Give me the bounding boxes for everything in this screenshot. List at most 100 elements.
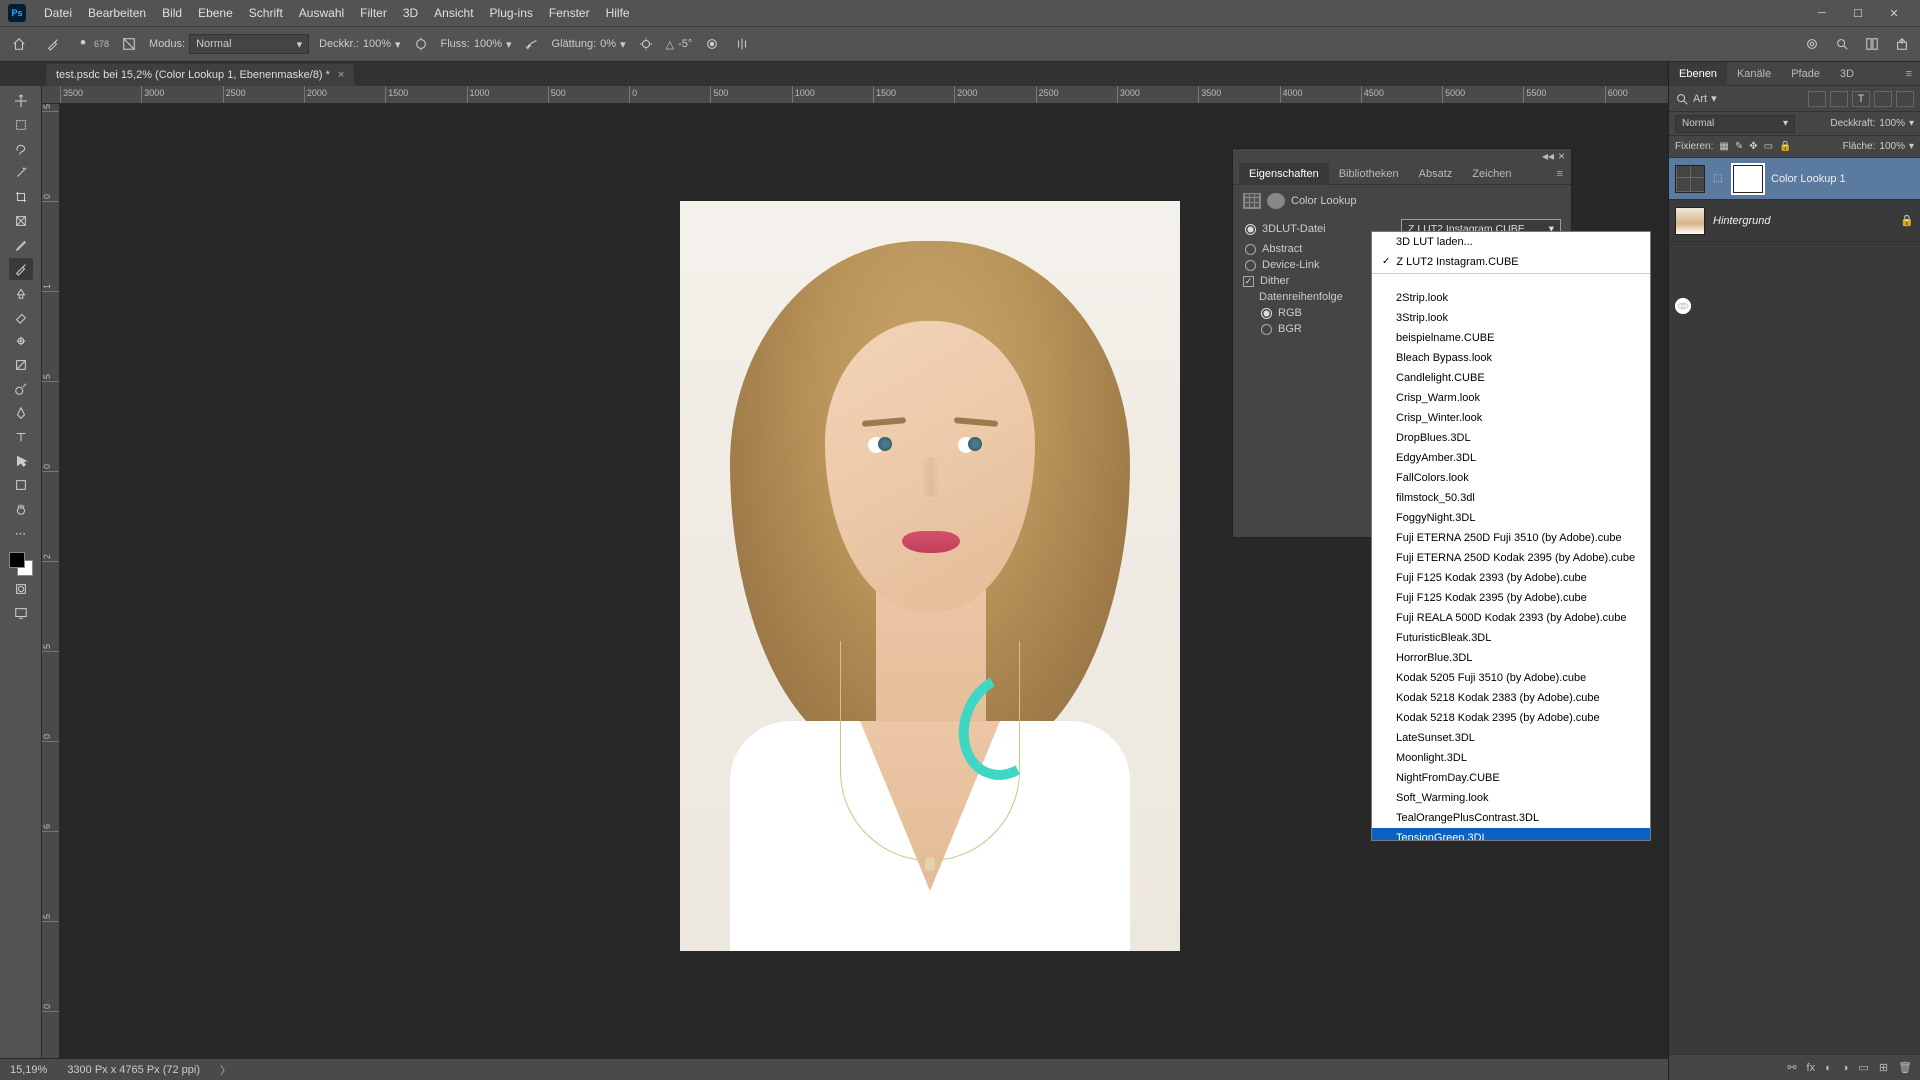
lut-option[interactable]: Kodak 5218 Kodak 2395 (by Adobe).cube [1372,708,1650,728]
menu-bearbeiten[interactable]: Bearbeiten [80,6,154,20]
lut-option[interactable]: HorrorBlue.3DL [1372,648,1650,668]
group-icon[interactable]: ▭ [1858,1061,1868,1074]
lock-artboard-icon[interactable]: ▭ [1764,141,1773,152]
menu-hilfe[interactable]: Hilfe [598,6,638,20]
lut-option[interactable]: FuturisticBleak.3DL [1372,628,1650,648]
minimize-button[interactable]: ─ [1804,2,1840,24]
healing-tool[interactable] [9,330,33,352]
menu-ebene[interactable]: Ebene [190,6,241,20]
lock-paint-icon[interactable]: ✎ [1735,141,1743,152]
frame-tool[interactable] [9,210,33,232]
radio-rgb[interactable] [1261,308,1272,319]
lut-option[interactable]: TensionGreen.3DL [1372,828,1650,841]
lut-option[interactable]: Moonlight.3DL [1372,748,1650,768]
menu-bild[interactable]: Bild [154,6,190,20]
mask-icon[interactable] [1267,193,1285,209]
lut-option[interactable]: 2Strip.look [1372,288,1650,308]
lut-option[interactable]: Soft_Warming.look [1372,788,1650,808]
adjustment-add-icon[interactable]: ◑ [1842,1062,1849,1074]
tab-absatz[interactable]: Absatz [1409,163,1463,185]
lut-option[interactable]: Fuji F125 Kodak 2395 (by Adobe).cube [1372,588,1650,608]
tab-ebenen[interactable]: Ebenen [1669,62,1727,86]
quickmask-icon[interactable] [9,578,33,600]
path-select-tool[interactable] [9,450,33,472]
blend-mode-select[interactable]: Normal▾ [189,34,309,54]
radio-devicelink[interactable] [1245,260,1256,271]
lock-pixels-icon[interactable]: ▦ [1719,141,1728,152]
flow-value[interactable]: 100% [474,38,502,50]
filter-smart-icon[interactable] [1896,91,1914,107]
lut-option[interactable]: Crisp_Warm.look [1372,388,1650,408]
hand-tool[interactable] [9,498,33,520]
eyedropper-tool[interactable] [9,234,33,256]
lut-option[interactable]: Fuji ETERNA 250D Kodak 2395 (by Adobe).c… [1372,548,1650,568]
layer-opacity-value[interactable]: 100% [1879,118,1905,129]
lut-option[interactable]: Crisp_Winter.look [1372,408,1650,428]
layer-name[interactable]: Hintergrund [1713,215,1770,227]
pressure-opacity-icon[interactable] [411,34,431,54]
layers-panel-menu-icon[interactable]: ≡ [1898,68,1920,80]
lock-icon[interactable]: 🔒 [1900,214,1914,227]
lut-option[interactable]: DropBlues.3DL [1372,428,1650,448]
lut-option[interactable]: Bleach Bypass.look [1372,348,1650,368]
type-tool[interactable] [9,426,33,448]
opacity-value[interactable]: 100% [363,38,391,50]
radio-bgr[interactable] [1261,324,1272,335]
lut-option[interactable]: beispielname.CUBE [1372,328,1650,348]
filter-pixel-icon[interactable] [1808,91,1826,107]
fx-icon[interactable]: fx [1807,1062,1816,1074]
eraser-tool[interactable] [9,306,33,328]
layer-row[interactable]: Hintergrund 🔒 [1669,200,1920,242]
menu-schrift[interactable]: Schrift [241,6,291,20]
brush-mask-icon[interactable] [119,34,139,54]
search-icon[interactable] [1832,34,1852,54]
dodge-tool[interactable] [9,378,33,400]
layer-filter-select[interactable]: Art▾ [1675,92,1717,106]
tab-eigenschaften[interactable]: Eigenschaften [1239,163,1329,185]
tab-3d[interactable]: 3D [1830,62,1864,86]
lut-option[interactable]: NightFromDay.CUBE [1372,768,1650,788]
angle-value[interactable]: -5° [678,38,692,50]
link-icon[interactable]: ⬚ [1713,173,1725,185]
color-swatches[interactable] [9,552,33,576]
lut-option[interactable]: FoggyNight.3DL [1372,508,1650,528]
mask-add-icon[interactable]: ◐ [1825,1062,1832,1074]
airbrush-icon[interactable] [522,34,542,54]
tab-bibliotheken[interactable]: Bibliotheken [1329,163,1409,185]
filter-shape-icon[interactable] [1874,91,1892,107]
lut-option[interactable]: Fuji ETERNA 250D Fuji 3510 (by Adobe).cu… [1372,528,1650,548]
marquee-tool[interactable] [9,114,33,136]
tab-kanaele[interactable]: Kanäle [1727,62,1781,86]
filter-type-icon[interactable]: T [1852,91,1870,107]
layer-blend-select[interactable]: Normal▾ [1675,115,1795,133]
document-tab[interactable]: test.psdc bei 15,2% (Color Lookup 1, Ebe… [46,64,354,86]
close-tab-icon[interactable]: × [338,69,344,81]
menu-datei[interactable]: Datei [36,6,80,20]
menu-plug-ins[interactable]: Plug-ins [482,6,541,20]
collapse-panel-icon[interactable]: ◂◂ [1542,149,1554,163]
cloud-docs-icon[interactable] [1802,34,1822,54]
link-layers-icon[interactable]: ⚯ [1787,1061,1796,1074]
visibility-icon[interactable] [1675,298,1691,314]
menu-auswahl[interactable]: Auswahl [291,6,352,20]
lock-position-icon[interactable]: ✥ [1749,141,1757,152]
lut-option[interactable]: 3Strip.look [1372,308,1650,328]
brush-size-indicator[interactable]: 678 [76,37,109,51]
lut-option[interactable]: Kodak 5205 Fuji 3510 (by Adobe).cube [1372,668,1650,688]
crop-tool[interactable] [9,186,33,208]
smoothing-options-icon[interactable] [636,34,656,54]
mask-thumb[interactable] [1733,165,1763,193]
screenmode-icon[interactable] [9,602,33,624]
lut-option[interactable]: TealOrangePlusContrast.3DL [1372,808,1650,828]
pressure-size-icon[interactable] [702,34,722,54]
lut-option[interactable]: Kodak 5218 Kodak 2383 (by Adobe).cube [1372,688,1650,708]
lut-option[interactable]: Z LUT2 Instagram.CUBE [1372,252,1650,274]
menu-filter[interactable]: Filter [352,6,395,20]
fill-value[interactable]: 100% [1879,141,1905,152]
tool-preset-icon[interactable] [40,31,66,57]
more-tools-icon[interactable]: ⋯ [9,522,33,544]
lut-option[interactable]: 3D LUT laden... [1372,232,1650,252]
status-arrow-icon[interactable]: 〉 [220,1062,231,1078]
delete-layer-icon[interactable]: 🗑 [1898,1061,1912,1074]
menu-ansicht[interactable]: Ansicht [426,6,481,20]
